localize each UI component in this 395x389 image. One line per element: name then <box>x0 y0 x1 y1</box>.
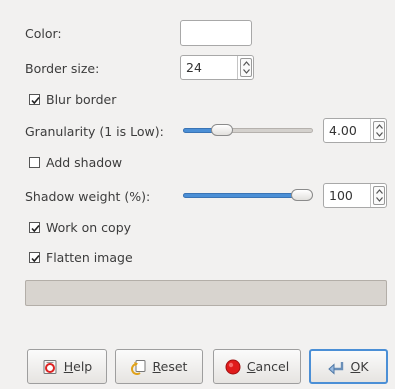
help-label: elp <box>73 359 93 374</box>
color-label: Color: <box>25 26 62 41</box>
cancel-button[interactable]: Cancel <box>213 349 301 384</box>
granularity-slider-handle[interactable] <box>211 124 233 136</box>
spin-up-icon[interactable] <box>243 61 250 66</box>
shadow-weight-label: Shadow weight (%): <box>25 189 151 204</box>
help-icon <box>42 359 58 375</box>
checkmark-icon <box>31 254 40 263</box>
flatten-image-label: Flatten image <box>46 250 133 265</box>
spin-down-icon[interactable] <box>376 197 383 202</box>
ok-label: K <box>360 359 369 374</box>
add-shadow-checkbox[interactable] <box>29 157 40 168</box>
border-size-label: Border size: <box>25 61 100 76</box>
border-size-value[interactable]: 24 <box>186 60 202 76</box>
shadow-weight-slider-handle[interactable] <box>291 189 313 201</box>
cancel-label: ancel <box>255 359 290 374</box>
cancel-mnemonic: C <box>246 359 256 374</box>
checkmark-icon <box>31 224 40 233</box>
granularity-value[interactable]: 4.00 <box>329 123 357 139</box>
ok-icon <box>328 359 344 375</box>
progress-bar <box>25 280 387 306</box>
reset-button[interactable]: Reset <box>115 349 203 384</box>
spin-up-icon[interactable] <box>376 189 383 194</box>
shadow-weight-slider-fill <box>183 193 302 198</box>
granularity-label: Granularity (1 is Low): <box>25 124 164 139</box>
spin-down-icon[interactable] <box>243 69 250 74</box>
work-on-copy-checkbox[interactable] <box>29 222 40 233</box>
blur-border-label: Blur border <box>46 92 117 107</box>
spin-down-icon[interactable] <box>376 132 383 137</box>
shadow-weight-value[interactable]: 100 <box>329 188 353 204</box>
help-mnemonic: H <box>63 359 74 374</box>
reset-mnemonic: R <box>152 359 161 374</box>
shadow-weight-spin-buttons[interactable] <box>370 184 386 207</box>
border-size-spin-buttons[interactable] <box>237 56 253 79</box>
color-button[interactable] <box>180 20 252 46</box>
shadow-weight-spinner[interactable]: 100 <box>323 183 387 208</box>
granularity-spin-buttons[interactable] <box>370 119 386 142</box>
shadow-weight-slider[interactable] <box>183 188 313 202</box>
checkmark-icon <box>31 96 40 105</box>
blur-border-checkbox[interactable] <box>29 94 40 105</box>
ok-mnemonic: O <box>350 359 361 374</box>
reset-label: eset <box>160 359 188 374</box>
add-shadow-label: Add shadow <box>46 155 123 170</box>
spin-up-icon[interactable] <box>376 124 383 129</box>
ok-button[interactable]: OK <box>309 349 388 384</box>
granularity-slider[interactable] <box>183 123 313 137</box>
help-button[interactable]: Help <box>27 349 107 384</box>
reset-icon <box>130 359 147 375</box>
flatten-image-checkbox[interactable] <box>29 252 40 263</box>
work-on-copy-label: Work on copy <box>46 220 132 235</box>
cancel-icon <box>225 359 241 375</box>
granularity-spinner[interactable]: 4.00 <box>323 118 387 143</box>
border-size-spinner[interactable]: 24 <box>180 55 254 80</box>
